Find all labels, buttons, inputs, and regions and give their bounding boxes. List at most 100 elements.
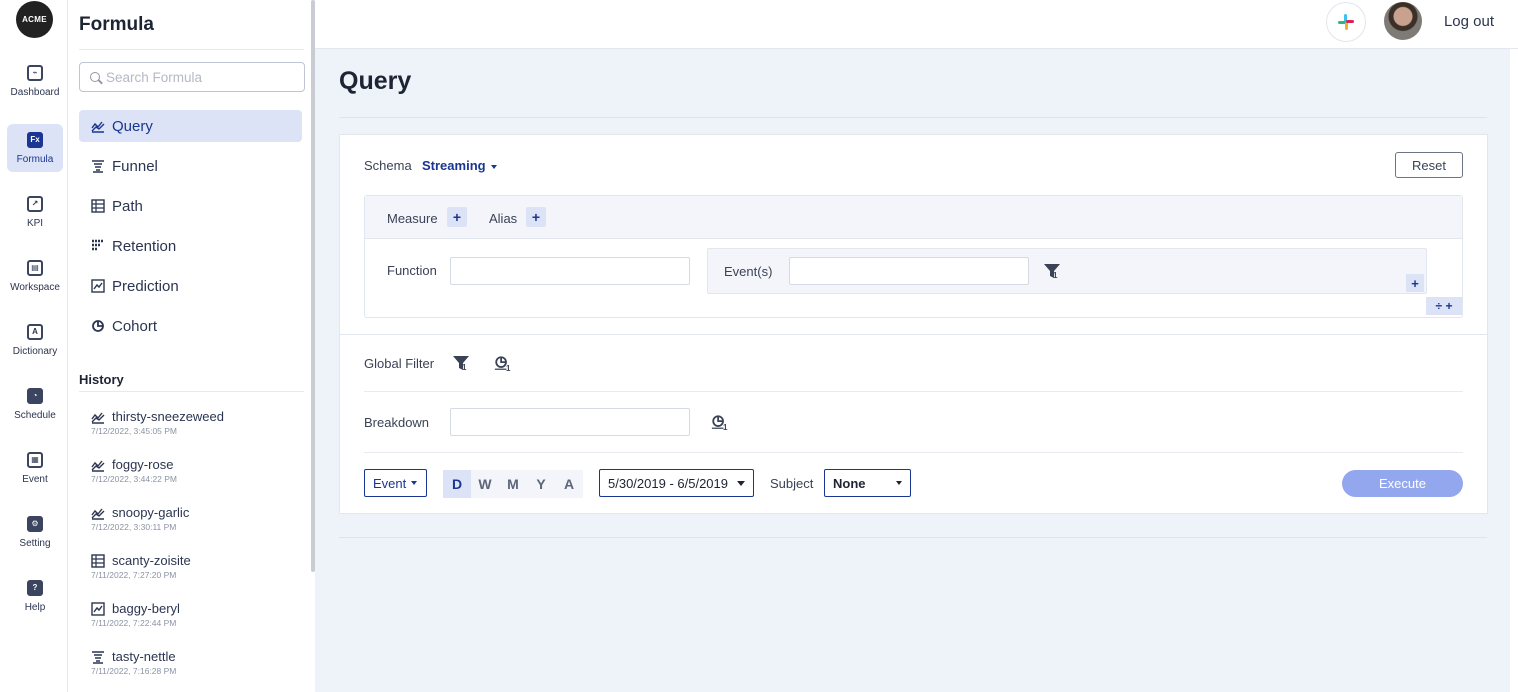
period-month[interactable]: M	[499, 470, 527, 498]
history-item-name: tasty-nettle	[112, 649, 176, 664]
subject-select[interactable]: None	[824, 469, 911, 497]
history-item-time: 7/11/2022, 7:22:44 PM	[91, 618, 177, 628]
history-item[interactable]: baggy-beryl 7/11/2022, 7:22:44 PM	[91, 601, 291, 628]
function-input[interactable]	[450, 257, 690, 285]
events-label: Event(s)	[724, 264, 773, 279]
schema-value: Streaming	[422, 158, 486, 173]
event-select[interactable]: Event	[364, 469, 427, 497]
history-item-name: snoopy-garlic	[112, 505, 190, 520]
prediction-icon	[91, 279, 105, 293]
rail-item-event[interactable]: ▦ Event	[7, 444, 63, 492]
rail-item-dictionary[interactable]: A Dictionary	[7, 316, 63, 364]
nav-item-funnel[interactable]: Funnel	[79, 150, 302, 182]
alias-label: Alias	[489, 211, 518, 226]
nav-label: Path	[112, 197, 143, 215]
nav-item-cohort[interactable]: Cohort	[79, 310, 302, 342]
rail-item-label: Event	[22, 473, 48, 485]
measure-operators[interactable]: ÷ +	[1426, 297, 1462, 315]
history-item-name: thirsty-sneezeweed	[112, 409, 224, 424]
funnel-icon	[91, 650, 105, 664]
global-cohort-button[interactable]: 1	[494, 355, 512, 373]
cohort-count: 1	[723, 423, 728, 432]
history-item-time: 7/11/2022, 7:27:20 PM	[91, 570, 177, 580]
rail-item-label: Dictionary	[12, 345, 58, 357]
dictionary-icon: A	[27, 323, 43, 340]
history-item[interactable]: tasty-nettle 7/11/2022, 7:16:28 PM	[91, 649, 291, 676]
chevron-down-icon	[490, 164, 497, 169]
history-item-time: 7/11/2022, 7:16:28 PM	[91, 666, 177, 676]
add-measure-button[interactable]: +	[447, 207, 467, 227]
add-event-button[interactable]: +	[1406, 274, 1424, 292]
search-box[interactable]	[79, 62, 305, 92]
date-range-picker[interactable]: 5/30/2019 - 6/5/2019	[599, 469, 754, 497]
breakdown-input[interactable]	[450, 408, 690, 436]
query-icon	[91, 410, 105, 424]
cohort-count: 1	[506, 364, 511, 373]
add-alias-button[interactable]: +	[526, 207, 546, 227]
subject-value: None	[833, 475, 866, 491]
events-input[interactable]	[789, 257, 1029, 285]
nav-label: Cohort	[112, 317, 158, 335]
setting-icon: ⚙	[27, 515, 43, 532]
rail-item-label: Workspace	[10, 281, 60, 293]
query-card: Schema Streaming Reset Measure + Alias +…	[339, 134, 1488, 514]
history-item[interactable]: thirsty-sneezeweed 7/12/2022, 3:45:05 PM	[91, 409, 291, 436]
period-day[interactable]: D	[443, 470, 471, 498]
rail-item-setting[interactable]: ⚙ Setting	[7, 508, 63, 556]
rail-item-label: Formula	[16, 153, 54, 165]
panel-scrollbar[interactable]	[311, 0, 315, 572]
divider	[339, 537, 1487, 538]
path-icon	[91, 199, 105, 213]
date-range-value: 5/30/2019 - 6/5/2019	[608, 475, 728, 491]
schedule-icon: ◔	[27, 387, 43, 404]
rail-item-kpi[interactable]: ↗ KPI	[7, 188, 63, 236]
divide-icon: ÷	[1435, 299, 1443, 313]
rail-item-formula[interactable]: Fx Formula	[7, 124, 63, 172]
reset-button[interactable]: Reset	[1395, 152, 1463, 178]
plus-icon: +	[531, 209, 541, 225]
history-item[interactable]: scanty-zoisite 7/11/2022, 7:27:20 PM	[91, 553, 291, 580]
event-filter-button[interactable]: 1	[1043, 262, 1061, 285]
query-icon	[91, 458, 105, 472]
divider	[79, 49, 304, 50]
rail-item-workspace[interactable]: ▤ Workspace	[7, 252, 63, 300]
schema-dropdown[interactable]: Streaming	[422, 158, 497, 173]
breakdown-cohort-button[interactable]: 1	[711, 414, 729, 432]
logout-link[interactable]: Log out	[1444, 13, 1494, 30]
event-icon: ▦	[27, 451, 43, 468]
plus-icon: +	[1411, 275, 1419, 291]
period-all[interactable]: A	[555, 470, 583, 498]
nav-item-prediction[interactable]: Prediction	[79, 270, 302, 302]
slack-button[interactable]	[1326, 2, 1366, 42]
plus-icon: +	[1445, 299, 1453, 313]
rail-item-schedule[interactable]: ◔ Schedule	[7, 380, 63, 428]
acme-logo[interactable]: ACME	[16, 1, 53, 38]
history-item-name: baggy-beryl	[112, 601, 180, 616]
chevron-down-icon	[411, 481, 418, 485]
history-item[interactable]: snoopy-garlic 7/12/2022, 3:30:11 PM	[91, 505, 291, 532]
period-week[interactable]: W	[471, 470, 499, 498]
nav-item-path[interactable]: Path	[79, 190, 302, 222]
rail-item-help[interactable]: ? Help	[7, 572, 63, 620]
period-year[interactable]: Y	[527, 470, 555, 498]
history-item-time: 7/12/2022, 3:45:05 PM	[91, 426, 178, 436]
prediction-icon	[91, 601, 105, 616]
nav-item-retention[interactable]: Retention	[79, 230, 302, 262]
chevron-down-icon	[896, 481, 902, 485]
formula-icon: Fx	[27, 131, 43, 148]
global-filter-button[interactable]: 1	[452, 354, 470, 377]
dashboard-icon: ⌁	[27, 64, 43, 81]
search-input[interactable]	[106, 69, 296, 85]
divider	[364, 452, 1463, 453]
avatar[interactable]	[1384, 2, 1422, 40]
execute-button[interactable]: Execute	[1342, 470, 1463, 497]
nav-item-query[interactable]: Query	[79, 110, 302, 142]
rail-item-dashboard[interactable]: ⌁ Dashboard	[7, 57, 63, 105]
page-scrollbar[interactable]	[1510, 49, 1518, 692]
rail-item-label: Dashboard	[10, 86, 60, 98]
kpi-icon: ↗	[27, 195, 43, 212]
events-box: Event(s) 1 +	[707, 248, 1427, 294]
nav-label: Prediction	[112, 277, 179, 295]
filter-icon	[453, 356, 469, 370]
history-item[interactable]: foggy-rose 7/12/2022, 3:44:22 PM	[91, 457, 291, 484]
